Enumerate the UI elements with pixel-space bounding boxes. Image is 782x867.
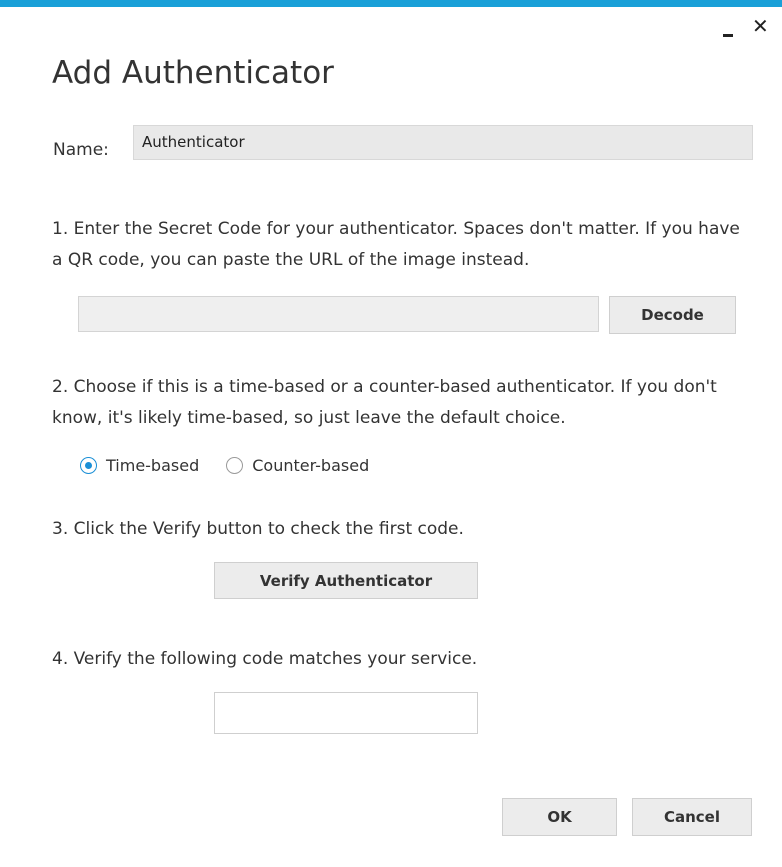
step3-instructions: 3. Click the Verify button to check the … (52, 519, 464, 539)
radio-time-based[interactable]: Time-based (80, 456, 199, 475)
radio-time-based-label: Time-based (106, 456, 200, 475)
close-icon: ✕ (752, 14, 769, 38)
minimize-button[interactable] (716, 14, 740, 38)
radio-counter-based[interactable]: Counter-based (226, 456, 369, 475)
secret-code-row: Decode (78, 296, 736, 334)
name-input[interactable] (133, 124, 753, 160)
close-button[interactable]: ✕ (750, 14, 774, 38)
verification-code-field[interactable] (214, 692, 478, 734)
ok-button[interactable]: OK (502, 798, 617, 836)
window-controls: ✕ (716, 14, 774, 38)
dialog-title: Add Authenticator (52, 55, 334, 91)
decode-button[interactable]: Decode (609, 296, 736, 334)
radio-dot-icon (85, 462, 92, 469)
step1-instructions: 1. Enter the Secret Code for your authen… (52, 219, 740, 270)
name-label: Name: (53, 140, 109, 160)
radio-unchecked-icon (226, 457, 244, 474)
radio-counter-based-label: Counter-based (252, 456, 370, 475)
minimize-icon (723, 34, 733, 37)
name-row: Name: (53, 124, 753, 160)
title-accent-bar (0, 0, 782, 7)
cancel-button[interactable]: Cancel (632, 798, 752, 836)
step2-instructions: 2. Choose if this is a time-based or a c… (52, 377, 717, 428)
radio-checked-icon (80, 457, 97, 474)
secret-code-input[interactable] (78, 296, 599, 332)
step4-instructions: 4. Verify the following code matches you… (52, 649, 478, 669)
add-authenticator-dialog: ✕ Add Authenticator Name: 1. Enter the S… (0, 0, 782, 867)
auth-type-radio-group: Time-based Counter-based (80, 456, 396, 475)
verify-authenticator-button[interactable]: Verify Authenticator (214, 562, 478, 599)
